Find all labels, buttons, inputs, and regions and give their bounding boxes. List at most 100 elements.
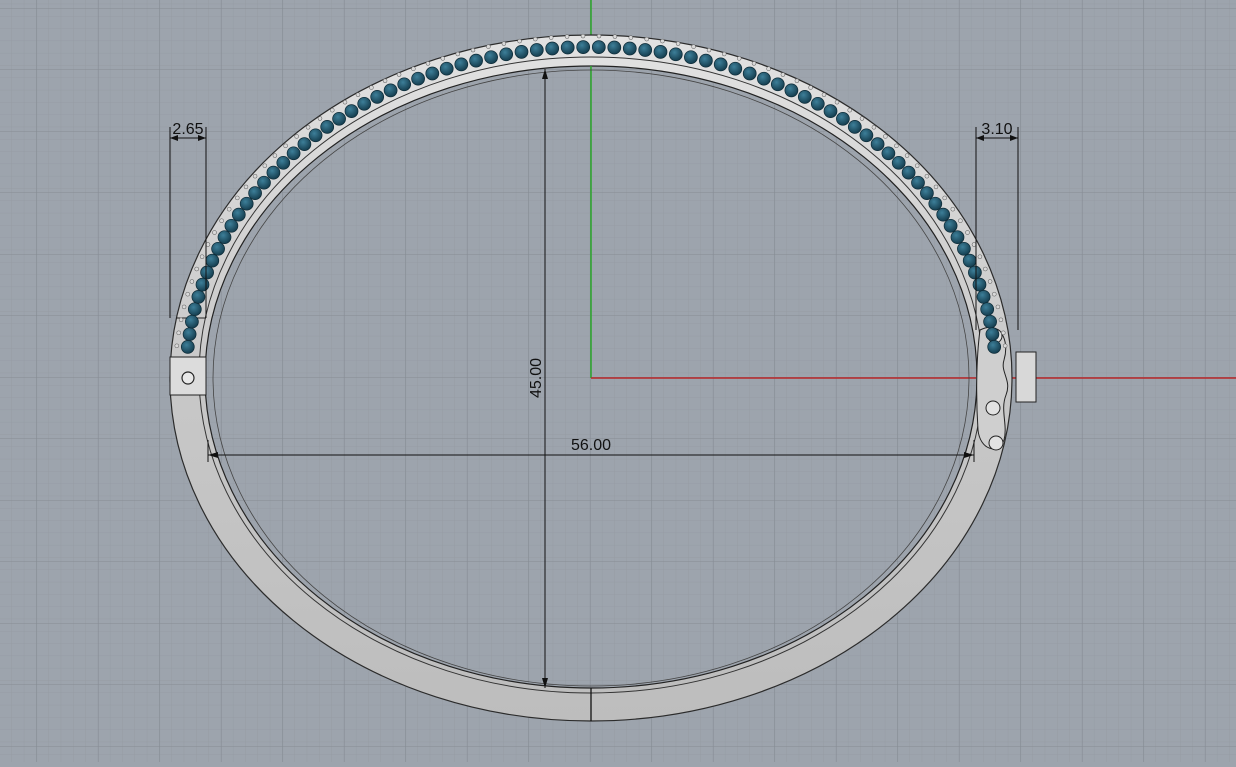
pave-stone: [622, 41, 637, 56]
pave-stone: [266, 165, 281, 180]
prong: [219, 218, 224, 223]
prong: [455, 51, 461, 57]
pave-stone: [591, 40, 606, 54]
pave-stone: [187, 302, 202, 317]
pave-stone: [728, 61, 743, 76]
pave-stone: [560, 40, 575, 55]
pave-stone: [224, 218, 239, 233]
pave-stone: [231, 207, 246, 222]
prong: [501, 41, 507, 46]
prong: [904, 153, 910, 158]
pave-stone: [980, 302, 995, 317]
prong: [283, 143, 288, 149]
pave-stone: [770, 77, 785, 92]
prong: [243, 184, 249, 190]
pave-stone: [784, 83, 799, 98]
pave-stone: [370, 90, 385, 104]
prong: [533, 36, 538, 42]
prong: [950, 206, 956, 212]
prong: [859, 116, 865, 121]
prong: [317, 116, 323, 121]
prong: [396, 72, 402, 77]
prong: [176, 330, 181, 336]
pave-stone: [425, 66, 440, 81]
prong: [992, 291, 997, 297]
prong: [871, 125, 877, 130]
pave-stone: [901, 165, 916, 180]
pave-stone: [286, 146, 301, 161]
pave-stone: [638, 43, 653, 57]
pave-stone: [985, 327, 1000, 342]
pave-stone: [205, 253, 220, 268]
pave-stone: [810, 96, 825, 111]
pave-stone: [191, 290, 206, 304]
pave-stone: [200, 265, 214, 280]
prong: [252, 173, 258, 179]
prong: [272, 153, 278, 158]
pave-stone: [607, 40, 622, 55]
pave-stone: [859, 128, 874, 143]
width-dimension-label: 56.00: [571, 437, 611, 454]
prong: [294, 134, 299, 139]
prong: [987, 279, 993, 284]
right-band-dimension-label: 3.10: [981, 121, 1012, 138]
prong: [189, 279, 195, 284]
pave-stone: [499, 47, 514, 62]
pave-stone: [962, 253, 977, 268]
prong: [411, 66, 416, 71]
prong: [675, 41, 681, 46]
pave-stone: [668, 47, 683, 62]
pave-stone: [742, 66, 757, 81]
hinge-pin-icon: [181, 371, 195, 385]
prong: [721, 51, 727, 57]
pave-stone: [713, 57, 728, 72]
pave-stone: [987, 340, 1002, 354]
pave-stone: [972, 277, 987, 292]
pave-stone: [248, 186, 262, 200]
pave-stone: [836, 111, 850, 126]
prong: [834, 99, 840, 105]
prong: [580, 33, 586, 39]
prong: [780, 72, 786, 77]
pave-stone: [823, 104, 838, 118]
prong: [342, 99, 348, 105]
prong: [983, 266, 988, 272]
modeling-viewport[interactable]: 56.00 45.00 2.65 3.10: [0, 0, 1236, 762]
prong: [486, 44, 491, 49]
pave-stone: [320, 120, 335, 134]
prong: [914, 163, 920, 168]
pave-stone: [847, 120, 862, 134]
pave-stone: [936, 207, 951, 222]
prong: [548, 35, 554, 40]
prong: [212, 230, 217, 235]
pave-stone: [257, 175, 271, 190]
pave-stone: [185, 314, 199, 329]
prong: [330, 107, 335, 113]
pave-stone: [439, 61, 454, 76]
pave-stone: [195, 277, 210, 292]
pave-stone: [957, 241, 971, 256]
pave-stone: [684, 50, 698, 65]
prong: [612, 34, 618, 39]
prong: [821, 92, 827, 97]
prong: [933, 184, 939, 190]
prong: [355, 92, 361, 97]
prong: [185, 291, 190, 297]
prong: [470, 47, 476, 53]
prong: [174, 343, 180, 349]
pave-stone: [545, 41, 560, 56]
prong: [660, 38, 665, 44]
prong: [564, 34, 570, 39]
prong: [262, 163, 268, 168]
prong: [628, 35, 634, 40]
pave-stone: [217, 230, 232, 245]
pave-stone: [891, 155, 906, 170]
pave-stone: [881, 146, 896, 161]
prong: [382, 78, 388, 84]
prong: [305, 125, 311, 130]
prong: [794, 78, 800, 84]
pave-stone: [968, 265, 982, 280]
pave-stone: [397, 77, 412, 92]
pave-stone: [870, 137, 885, 151]
pave-stone: [920, 186, 934, 200]
